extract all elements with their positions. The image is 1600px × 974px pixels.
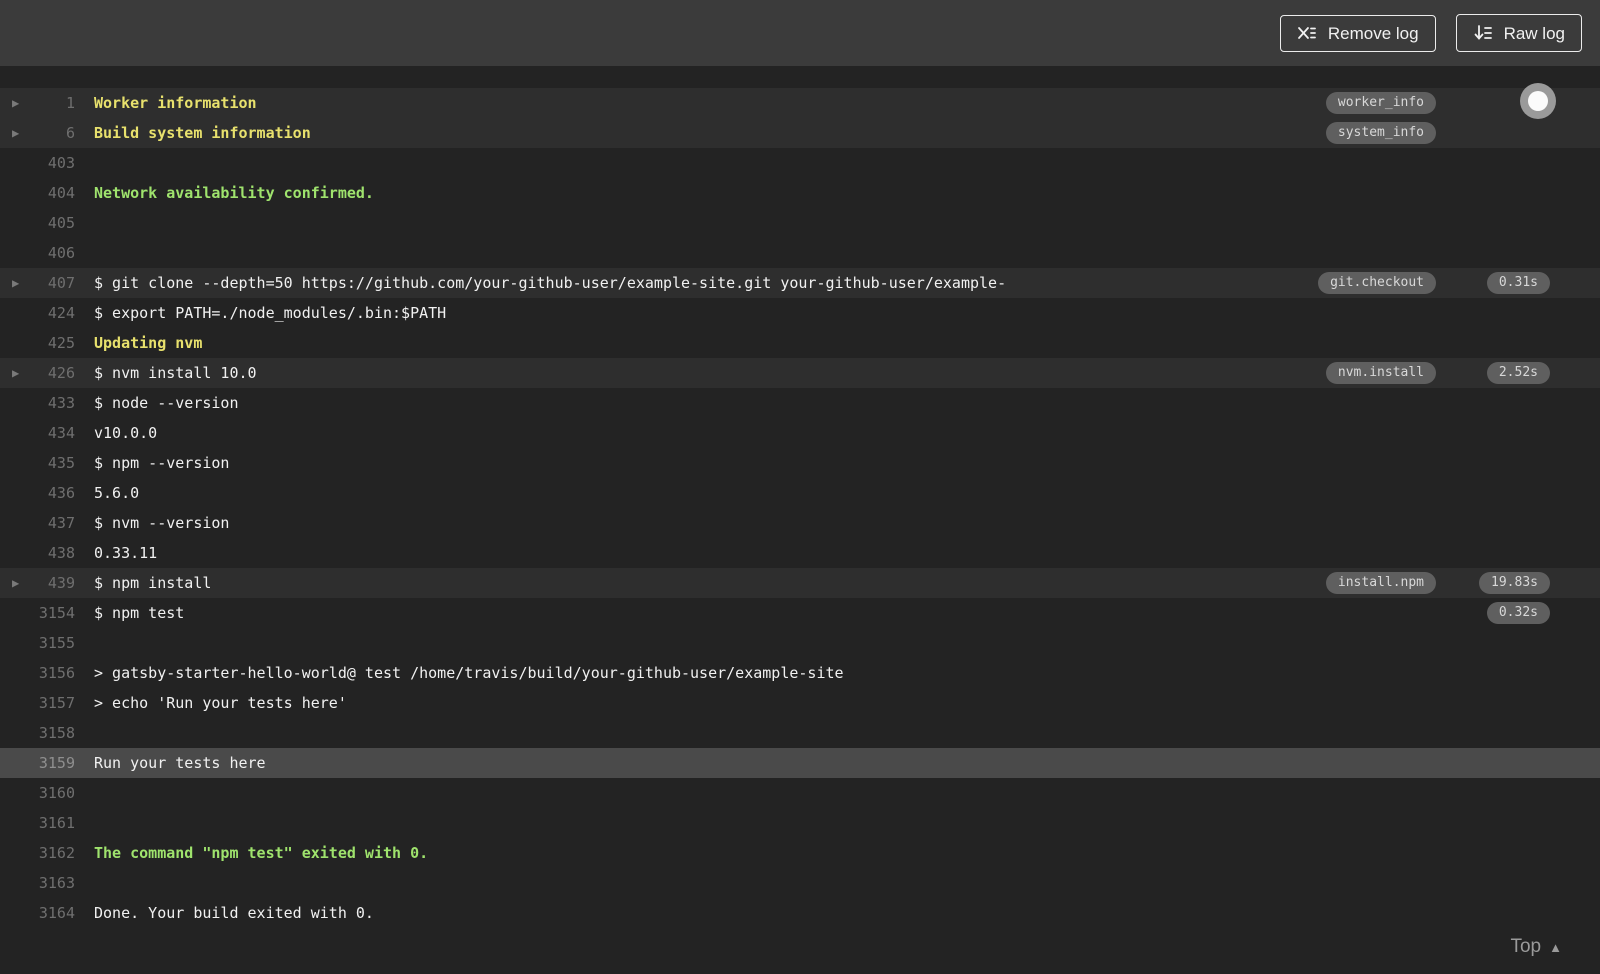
log-row: 404 Network availability confirmed.	[0, 178, 1600, 208]
log-row: ▶ 407 $ git clone --depth=50 https://githu…	[0, 268, 1600, 298]
log-text: v10.0.0	[94, 424, 158, 442]
log-row: 435 $ npm --version	[0, 448, 1600, 478]
line-number[interactable]: 433	[0, 388, 75, 418]
log-text: > echo 'Run your tests here'	[94, 694, 347, 712]
line-number[interactable]: 3160	[0, 778, 75, 808]
scroll-position-indicator-icon[interactable]	[1520, 83, 1556, 119]
log-text: 5.6.0	[94, 484, 140, 502]
log-row: 3160	[0, 778, 1600, 808]
log-text: > gatsby-starter-hello-world@ test /home…	[94, 664, 844, 682]
log-row: 405	[0, 208, 1600, 238]
line-number[interactable]: 3161	[0, 808, 75, 838]
top-link-label: Top	[1510, 936, 1542, 957]
log-row: 3157 > echo 'Run your tests here'	[0, 688, 1600, 718]
line-number[interactable]: 6	[0, 118, 75, 148]
duration-badge: 0.31s	[1486, 272, 1550, 294]
log-row: 3163	[0, 868, 1600, 898]
line-number[interactable]: 436	[0, 478, 75, 508]
fold-tag-badge: install.npm	[1325, 572, 1436, 594]
log-row: 3154 $ npm test 0.32s	[0, 598, 1600, 628]
log-row: ▶ 426 $ nvm install 10.0 nvm.install 2.52s	[0, 358, 1600, 388]
line-number[interactable]: 426	[0, 358, 75, 388]
log-row: 434 v10.0.0	[0, 418, 1600, 448]
log-row: 437 $ nvm --version	[0, 508, 1600, 538]
log-row: 436 5.6.0	[0, 478, 1600, 508]
line-number[interactable]: 439	[0, 568, 75, 598]
duration-badge: 2.52s	[1486, 362, 1550, 384]
log-row: ▶ 1 Worker information worker_info	[0, 88, 1600, 118]
log-text: 0.33.11	[94, 544, 158, 562]
log-row: 3158	[0, 718, 1600, 748]
log-row: ▶ 439 $ npm install install.npm 19.83s	[0, 568, 1600, 598]
line-number[interactable]: 3155	[0, 628, 75, 658]
line-number[interactable]: 424	[0, 298, 75, 328]
log-text: $ npm test	[94, 604, 185, 622]
log-text: $ nvm --version	[94, 514, 230, 532]
log-row: 433 $ node --version	[0, 388, 1600, 418]
line-number[interactable]: 3163	[0, 868, 75, 898]
log-text: Run your tests here	[94, 754, 266, 772]
line-number[interactable]: 407	[0, 268, 75, 298]
log-text: $ npm --version	[94, 454, 230, 472]
fold-tag-badge: worker_info	[1325, 92, 1436, 114]
log-text: Build system information	[94, 124, 311, 142]
log-row: 425 Updating nvm	[0, 328, 1600, 358]
log-row: 438 0.33.11	[0, 538, 1600, 568]
log-text: Updating nvm	[94, 334, 203, 352]
fold-tag-badge: nvm.install	[1325, 362, 1436, 384]
log-row: ▶ 6 Build system information system_info	[0, 118, 1600, 148]
line-number[interactable]: 3159	[0, 748, 75, 778]
line-number[interactable]: 435	[0, 448, 75, 478]
log-text: $ nvm install 10.0	[94, 364, 257, 382]
duration-badge: 19.83s	[1479, 572, 1550, 594]
line-number[interactable]: 438	[0, 538, 75, 568]
log-text: Network availability confirmed.	[94, 184, 374, 202]
log-text: Done. Your build exited with 0.	[94, 904, 374, 922]
log-text: $ npm install	[94, 574, 212, 592]
line-number[interactable]: 425	[0, 328, 75, 358]
arrow-up-icon: ▲	[1549, 939, 1562, 955]
log-rows: ▶ 1 Worker information worker_info ▶ 6 Build s…	[0, 88, 1600, 928]
line-number[interactable]: 406	[0, 238, 75, 268]
remove-log-label: Remove log	[1327, 23, 1419, 43]
log-text: $ git clone --depth=50 https://github.co…	[94, 274, 1007, 292]
scroll-to-top-link[interactable]: Top ▲	[1510, 936, 1562, 958]
raw-log-icon	[1473, 24, 1493, 42]
log-row: 424 $ export PATH=./node_modules/.bin:$PA…	[0, 298, 1600, 328]
log-text: $ export PATH=./node_modules/.bin:$PATH	[94, 304, 447, 322]
remove-log-button[interactable]: Remove log	[1279, 14, 1436, 52]
fold-tag-badge: git.checkout	[1318, 272, 1436, 294]
log-text: The command "npm test" exited with 0.	[94, 844, 429, 862]
log-text: $ node --version	[94, 394, 239, 412]
log-row: 406	[0, 238, 1600, 268]
line-number[interactable]: 405	[0, 208, 75, 238]
log-row: 3159 Run your tests here	[0, 748, 1600, 778]
line-number[interactable]: 3158	[0, 718, 75, 748]
log-row: 3156 > gatsby-starter-hello-world@ test /…	[0, 658, 1600, 688]
line-number[interactable]: 3162	[0, 838, 75, 868]
line-number[interactable]: 3164	[0, 898, 75, 928]
line-number[interactable]: 403	[0, 148, 75, 178]
line-number[interactable]: 1	[0, 88, 75, 118]
line-number[interactable]: 3156	[0, 658, 75, 688]
raw-log-label: Raw log	[1503, 23, 1565, 43]
log-text: Worker information	[94, 94, 257, 112]
log-row: 403	[0, 148, 1600, 178]
line-number[interactable]: 404	[0, 178, 75, 208]
line-number[interactable]: 434	[0, 418, 75, 448]
raw-log-button[interactable]: Raw log	[1455, 14, 1582, 52]
remove-log-icon	[1297, 25, 1317, 41]
line-number[interactable]: 3154	[0, 598, 75, 628]
line-number[interactable]: 3157	[0, 688, 75, 718]
log-row: 3161	[0, 808, 1600, 838]
line-number[interactable]: 437	[0, 508, 75, 538]
fold-tag-badge: system_info	[1325, 122, 1436, 144]
log-row: 3155	[0, 628, 1600, 658]
duration-badge: 0.32s	[1486, 602, 1550, 624]
toolbar: Remove log Raw log	[0, 0, 1600, 66]
log-row: 3164 Done. Your build exited with 0.	[0, 898, 1600, 928]
log-pane: ▶ 1 Worker information worker_info ▶ 6 Build s…	[0, 66, 1600, 974]
log-row: 3162 The command "npm test" exited with 0…	[0, 838, 1600, 868]
